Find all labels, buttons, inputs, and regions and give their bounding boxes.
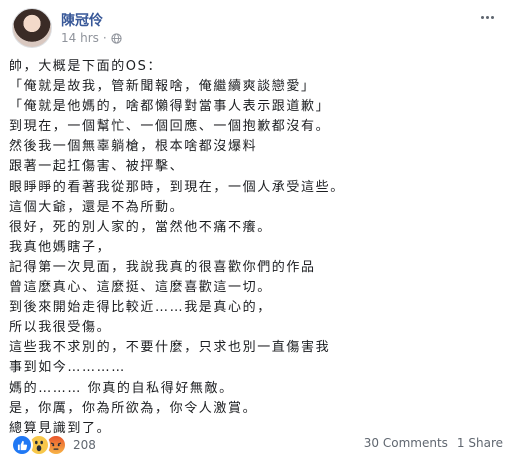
comments-link[interactable]: 30 Comments [364, 436, 448, 450]
post-text-line: 很好，死的別人家的，當然他不痛不癢。 [9, 219, 272, 235]
post-text-line: 是，你厲，你為所欲為，你令人激賞。 [9, 400, 258, 416]
post-text-line: 「俺就是他媽的，啥都懶得對當事人表示跟道歉」 [9, 99, 331, 115]
post-text-line: 曾這麼真心、這麼挺、這麼喜歡這一切。 [9, 280, 272, 296]
more-options-icon[interactable] [477, 10, 497, 24]
shares-link[interactable]: 1 Share [457, 436, 503, 450]
post-meta: 14 hrs · [61, 31, 122, 45]
post-text-line: 眼睜睜的看著我從那時，到現在，一個人承受這些。 [9, 179, 345, 195]
post-text-line: 跟著一起扛傷害、被抨擊、 [9, 159, 185, 175]
post-text: 帥，大概是下面的OS： 「俺就是故我，管新聞報啥，俺繼續爽談戀愛」 「俺就是他媽的，… [9, 57, 503, 439]
separator-dot: · [102, 31, 107, 45]
post-text-line: 然後我一個無辜躺槍，根本啥都沒爆料 [9, 139, 258, 155]
post-text-line: 這些我不求別的，不要什麼，只求也別一直傷害我 [9, 340, 331, 356]
avatar[interactable] [12, 8, 52, 48]
like-icon [11, 434, 33, 456]
author-name[interactable]: 陳冠伶 [61, 10, 103, 30]
post-text-line: 到現在，一個幫忙、一個回應、一個抱歉都沒有。 [9, 119, 331, 135]
post-text-line: 「俺就是故我，管新聞報啥，俺繼續爽談戀愛」 [9, 79, 316, 95]
post-footer: 208 30 Comments 1 Share [11, 432, 503, 456]
timestamp[interactable]: 14 hrs [61, 31, 99, 45]
post-text-line: 媽的……… 你真的自私得好無敵。 [9, 380, 234, 396]
post-stats: 30 Comments 1 Share [364, 436, 503, 450]
post-text-line: 我真他媽瞎子， [9, 239, 112, 255]
reaction-count: 208 [73, 438, 96, 452]
post-text-line: 這個大爺，還是不為所動。 [9, 199, 185, 215]
post-text-line: 記得第一次見面，我說我真的很喜歡你們的作品 [9, 259, 316, 275]
globe-icon [111, 32, 122, 44]
facebook-post: 陳冠伶 14 hrs · 帥，大概是下面的OS： 「俺就是故我，管新聞報啥，俺繼續… [0, 0, 511, 464]
post-text-line: 到後來開始走得比較近……我是真心的， [9, 300, 272, 316]
post-text-line: 帥，大概是下面的OS： [9, 59, 163, 74]
post-text-line: 所以我很受傷。 [9, 320, 112, 336]
post-text-line: 事到如今………… [9, 360, 126, 376]
post-header: 陳冠伶 14 hrs · [12, 8, 499, 48]
reactions-summary[interactable]: 208 [11, 434, 96, 456]
